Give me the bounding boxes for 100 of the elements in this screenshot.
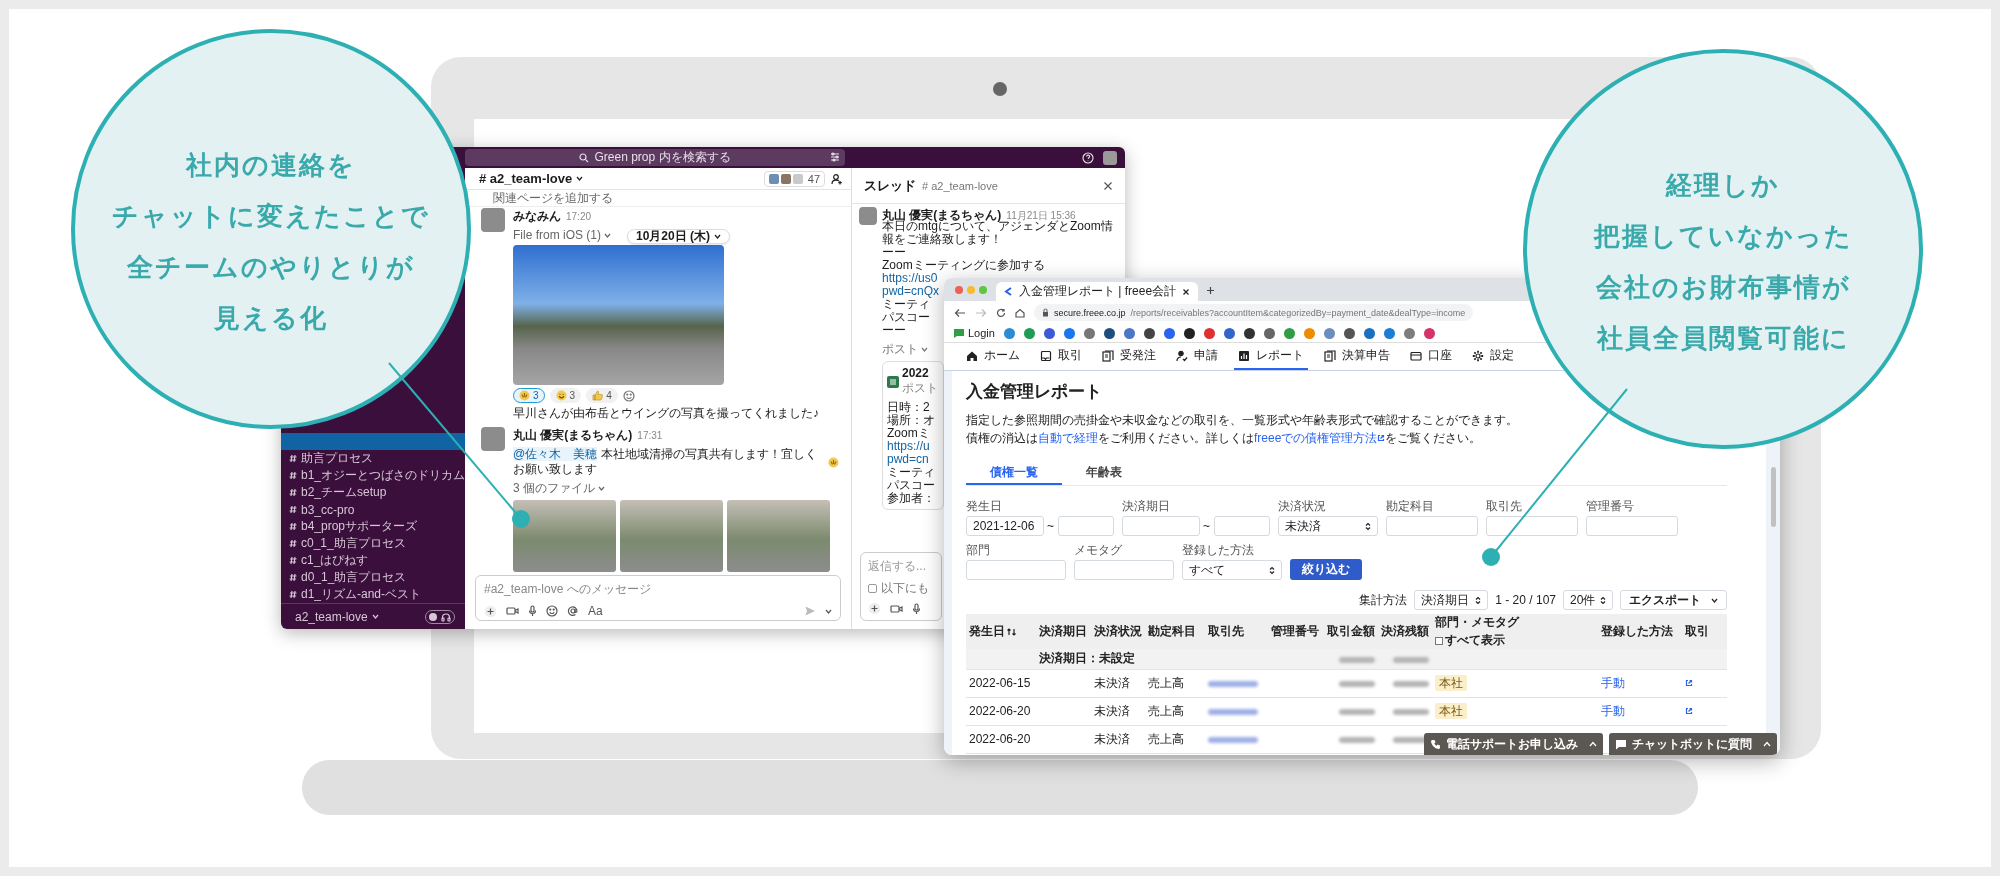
bookmark-link[interactable]: 関連ページを追加する: [493, 189, 613, 207]
channel-item[interactable]: b4_propサポーターズ: [281, 518, 465, 535]
reload-icon[interactable]: [996, 307, 1006, 318]
back-icon[interactable]: [954, 307, 966, 318]
message-link[interactable]: https://us0: [882, 272, 938, 285]
close-icon[interactable]: [1182, 287, 1191, 296]
bookmark-icon[interactable]: [1183, 327, 1195, 339]
user-avatar[interactable]: [1103, 150, 1117, 165]
microphone-icon[interactable]: [912, 602, 921, 615]
reaction-button[interactable]: 3: [513, 388, 545, 403]
mention-link[interactable]: @佐々木 美穂: [513, 447, 598, 461]
video-icon[interactable]: [890, 603, 903, 614]
message-link[interactable]: pwd=cnQx: [882, 285, 940, 298]
channel-item[interactable]: b3_cc-pro: [281, 501, 465, 518]
select-field[interactable]: 決済期日: [1414, 590, 1489, 610]
filter-icon[interactable]: [830, 151, 840, 162]
format-button[interactable]: Aa: [588, 604, 603, 618]
nav-tab[interactable]: 申請: [1172, 343, 1222, 370]
bookmark-icon[interactable]: [1103, 327, 1115, 339]
browser-tab[interactable]: 入金管理レポート | freee会計: [996, 282, 1199, 301]
input-field[interactable]: [1486, 516, 1578, 536]
bookmark-icon[interactable]: [1343, 327, 1355, 339]
photo-placeholder[interactable]: [513, 245, 724, 385]
user-avatar: [481, 208, 505, 232]
mention-icon[interactable]: [567, 605, 579, 617]
card-icon: [1410, 349, 1422, 362]
reaction-button[interactable]: 4: [586, 388, 618, 403]
select-field[interactable]: 20件: [1563, 590, 1613, 610]
input-field[interactable]: [1586, 516, 1678, 536]
home-icon[interactable]: [1015, 307, 1025, 318]
nav-tab[interactable]: 設定: [1468, 343, 1518, 370]
new-tab-icon[interactable]: [1206, 285, 1216, 295]
message-text: @佐々木 美穂 本社地域清掃の写真共有します！宜しくお願い致します: [513, 447, 818, 477]
help-link[interactable]: freeeでの債権管理方法: [1254, 431, 1386, 445]
message-link[interactable]: pwd=cn: [887, 453, 929, 466]
video-icon[interactable]: [506, 606, 519, 616]
file-label[interactable]: 3 個のファイル: [513, 480, 605, 497]
method-link[interactable]: 手動: [1601, 675, 1625, 690]
author-name[interactable]: 丸山 優実(まるちゃん): [513, 427, 633, 444]
external-link-icon[interactable]: [1685, 707, 1693, 715]
table-cell: 売上高: [1148, 675, 1184, 690]
channel-item[interactable]: 助言プロセス: [281, 450, 465, 467]
date-divider[interactable]: 10月20日 (木): [627, 229, 731, 244]
filter-button[interactable]: 絞り込む: [1290, 559, 1362, 580]
post-label[interactable]: ポスト: [882, 341, 928, 358]
workspace-switcher[interactable]: a2_team-love: [295, 609, 379, 624]
add-member-icon[interactable]: [831, 172, 843, 185]
window-controls-drawing[interactable]: [954, 284, 988, 295]
channel-item[interactable]: d1_リズム-and-ベスト: [281, 586, 465, 603]
thread-channel[interactable]: # a2_team-love: [922, 179, 998, 192]
view-tab[interactable]: 年齢表: [1062, 461, 1146, 485]
help-icon[interactable]: [1082, 151, 1094, 164]
author-name[interactable]: みなみん: [513, 208, 561, 225]
select-field[interactable]: すべて: [1182, 560, 1282, 580]
nav-tab[interactable]: ホーム: [962, 343, 1024, 370]
view-tab[interactable]: 債権一覧: [966, 461, 1062, 485]
input-field[interactable]: [1074, 560, 1174, 580]
select-field[interactable]: 未決済: [1278, 516, 1378, 536]
help-link[interactable]: 自動で経理: [1038, 431, 1098, 445]
external-link-icon[interactable]: [1685, 679, 1693, 687]
channel-item[interactable]: b1_オジーとつばさのドリカム: [281, 467, 465, 484]
microphone-icon[interactable]: [528, 605, 537, 617]
method-link[interactable]: 手動: [1601, 703, 1625, 718]
date-field[interactable]: [1058, 516, 1114, 536]
channel-item[interactable]: d0_1_助言プロセス: [281, 569, 465, 586]
emoji-icon[interactable]: [546, 605, 558, 617]
nav-tab[interactable]: 決算申告: [1320, 343, 1394, 370]
plus-icon[interactable]: [484, 604, 497, 618]
checkbox[interactable]: [868, 584, 877, 593]
date-field[interactable]: 2021-12-06: [966, 516, 1044, 536]
nav-tab[interactable]: 受発注: [1098, 343, 1160, 370]
input-field[interactable]: [966, 560, 1066, 580]
plus-icon[interactable]: [868, 602, 881, 615]
nav-tab[interactable]: 取引: [1036, 343, 1086, 370]
search-field[interactable]: Green prop 内を検索する: [465, 149, 845, 166]
export-button[interactable]: エクスポート: [1620, 590, 1727, 610]
bookmark-link[interactable]: Login: [954, 327, 995, 339]
add-reaction-icon[interactable]: [622, 389, 635, 402]
message-link[interactable]: https://u: [887, 440, 930, 453]
scrollbar[interactable]: [1771, 467, 1776, 527]
message-input[interactable]: #a2_team-love へのメッセージ: [484, 581, 651, 598]
channel-item[interactable]: c0_1_助言プロセス: [281, 535, 465, 552]
date-field[interactable]: [1122, 516, 1200, 536]
file-label[interactable]: File from iOS (1): [513, 228, 611, 242]
support-button[interactable]: チャットボットに質問: [1609, 733, 1777, 755]
bookmark-icon[interactable]: [1243, 327, 1255, 339]
support-button[interactable]: 電話サポートお申し込み: [1424, 733, 1603, 755]
member-list-button[interactable]: 47: [763, 170, 825, 187]
channel-item[interactable]: c1_はぴねす: [281, 552, 465, 569]
input-field[interactable]: [1386, 516, 1478, 536]
close-icon[interactable]: [1103, 180, 1113, 191]
bookmark-icon[interactable]: [1143, 327, 1155, 339]
address-bar[interactable]: secure.freee.co.jp /reports/receivables?accountItem&categorizedBy=payment_date&dealType=income: [1034, 304, 1474, 321]
channel-title[interactable]: # a2_team-love: [479, 171, 584, 186]
show-all-checkbox[interactable]: すべて表示: [1435, 632, 1519, 649]
date-field[interactable]: [1214, 516, 1270, 536]
field-label: メモタグ: [1074, 544, 1123, 557]
nav-tab[interactable]: 口座: [1406, 343, 1456, 370]
reaction-button[interactable]: 3: [549, 388, 582, 403]
channel-item[interactable]: b2_チームsetup: [281, 484, 465, 501]
